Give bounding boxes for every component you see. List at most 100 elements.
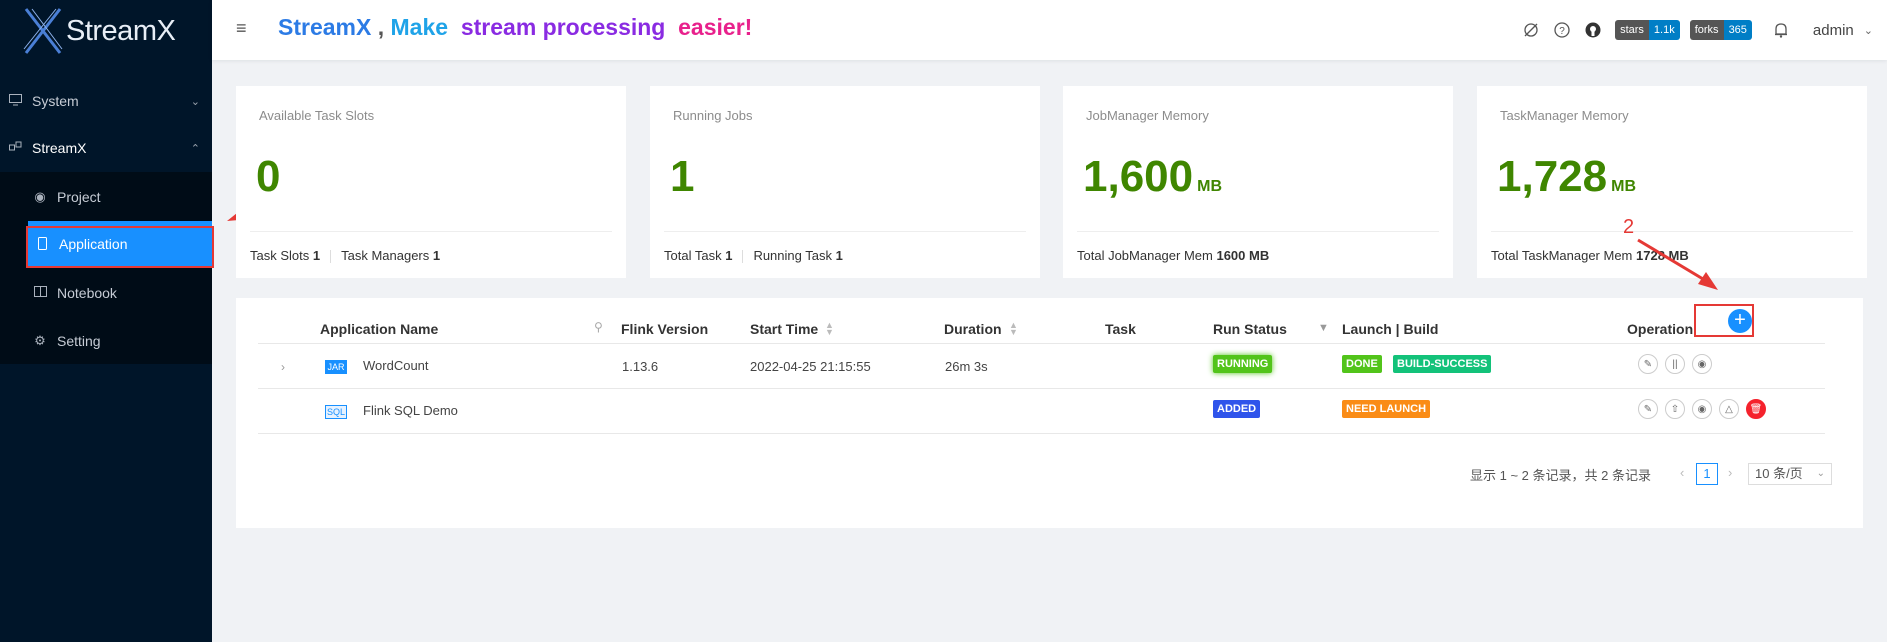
chevron-down-icon: ⌄: [190, 95, 200, 108]
gear-icon: ⚙: [34, 333, 46, 348]
next-page-icon[interactable]: ›: [1728, 465, 1732, 480]
col-header-launch-build: Launch | Build: [1342, 321, 1439, 337]
pause-icon[interactable]: ||: [1665, 354, 1685, 374]
foot-value: 1600 MB: [1216, 248, 1270, 263]
col-header-name[interactable]: Application Name: [320, 314, 438, 344]
github-icon: ◉: [34, 189, 46, 204]
expand-row-icon[interactable]: ›: [281, 360, 285, 374]
build-badge-success: BUILD-SUCCESS: [1393, 355, 1492, 373]
edit-icon[interactable]: ✎: [1638, 399, 1658, 419]
card-value-number: 1,728: [1497, 152, 1608, 201]
jar-type-icon: JAR: [325, 360, 347, 374]
delete-icon[interactable]: 🗑: [1746, 399, 1766, 419]
sidebar-item-label: Project: [57, 189, 101, 205]
annotation-label-2: 2: [1623, 216, 1635, 238]
slogan-part: easier!: [678, 14, 753, 40]
divider: [258, 433, 1825, 434]
foot-value: 1: [312, 248, 321, 263]
launch-badge-done: DONE: [1342, 355, 1382, 373]
sidebar-item-label: System: [32, 93, 79, 109]
card-value: 1,600 MB: [1083, 152, 1222, 202]
flink-version: 1.13.6: [622, 359, 659, 374]
card-value-number: 1,600: [1083, 152, 1194, 201]
col-header-start-time[interactable]: Start Time: [750, 314, 818, 344]
divider: [258, 388, 1825, 389]
help-icon[interactable]: ?: [1553, 21, 1571, 39]
cluster-icon: [8, 141, 22, 155]
card-value-number: 0: [256, 152, 281, 201]
user-name[interactable]: admin: [1813, 22, 1854, 39]
monitor-icon: [8, 94, 22, 108]
streamx-logo-icon: [23, 8, 63, 54]
divider: [664, 231, 1026, 232]
forks-count: 365: [1723, 20, 1752, 40]
sidebar-item-label: StreamX: [32, 140, 87, 156]
search-icon[interactable]: ⚲: [594, 320, 603, 334]
sidebar-item-notebook[interactable]: Notebook: [0, 269, 245, 317]
github-icon[interactable]: [1584, 21, 1602, 39]
filter-icon[interactable]: ▼: [1318, 322, 1329, 334]
highlight-box: [1694, 304, 1754, 337]
menu-fold-icon[interactable]: ≡: [236, 18, 247, 39]
foot-label: Running Task: [753, 248, 832, 263]
eye-off-icon[interactable]: [1522, 21, 1540, 39]
sidebar-item-system[interactable]: System ⌄: [0, 77, 220, 125]
forks-badge[interactable]: forks 365: [1689, 20, 1752, 40]
card-value: 1: [670, 152, 694, 202]
sort-icon[interactable]: ▲ ▼: [825, 321, 834, 337]
logo[interactable]: StreamX: [0, 0, 212, 62]
card-unit: MB: [1611, 178, 1636, 195]
view-icon[interactable]: ◉: [1692, 354, 1712, 374]
app-name[interactable]: WordCount: [363, 358, 429, 373]
status-badge-running: RUNNING: [1213, 355, 1273, 373]
card-footer: Total Task 1 Running Task 1: [664, 248, 843, 264]
application-table-panel: Application Name ⚲ Flink Version Start T…: [236, 298, 1863, 528]
col-header-flink-version: Flink Version: [621, 321, 709, 337]
card-value: 0: [256, 152, 280, 202]
stars-label: stars: [1615, 20, 1649, 40]
view-icon[interactable]: ◉: [1692, 399, 1712, 419]
upload-icon[interactable]: ⇧: [1665, 399, 1685, 419]
page-size-select[interactable]: 10 条/页 ⌄: [1748, 463, 1832, 485]
col-header-duration[interactable]: Duration: [944, 314, 1002, 344]
sidebar-item-setting[interactable]: ⚙ Setting: [0, 317, 245, 365]
foot-label: Total TaskManager Mem: [1491, 248, 1633, 263]
page-size-value: 10 条/页: [1755, 466, 1803, 481]
card-footer: Total JobManager Mem 1600 MB: [1077, 248, 1269, 263]
slogan-part: stream processing: [460, 14, 666, 40]
svg-text:?: ?: [1559, 26, 1565, 37]
status-badge-added: ADDED: [1213, 400, 1261, 418]
slogan-part: StreamX: [278, 14, 372, 40]
col-header-run-status: Run Status: [1213, 321, 1287, 337]
bell-icon[interactable]: [1772, 21, 1790, 39]
stars-count: 1.1k: [1648, 20, 1680, 40]
stat-card-task-slots: Available Task Slots 0 Task Slots 1 Task …: [236, 86, 626, 278]
foot-value: 1: [835, 248, 843, 263]
sql-type-icon: SQL: [325, 405, 347, 419]
app-name[interactable]: Flink SQL Demo: [363, 403, 458, 418]
foot-value: 1: [725, 248, 733, 263]
stat-card-running-jobs: Running Jobs 1 Total Task 1 Running Task …: [650, 86, 1040, 278]
logo-text: StreamX: [66, 14, 176, 47]
foot-label: Total JobManager Mem: [1077, 248, 1213, 263]
card-footer: Task Slots 1 Task Managers 1: [250, 248, 440, 264]
chevron-down-icon: ⌄: [1816, 468, 1825, 479]
sidebar-item-streamx[interactable]: StreamX ⌃: [0, 124, 220, 172]
slogan-part: ,: [371, 14, 391, 40]
edit-icon[interactable]: ✎: [1638, 354, 1658, 374]
card-title: Running Jobs: [673, 108, 753, 123]
foot-label: Task Managers: [341, 248, 430, 263]
card-title: TaskManager Memory: [1500, 108, 1629, 123]
prev-page-icon[interactable]: ‹: [1680, 465, 1684, 480]
start-time: 2022-04-25 21:15:55: [750, 359, 871, 374]
top-header: ≡ StreamX , Make stream processing easie…: [212, 0, 1887, 60]
sidebar-item-project[interactable]: ◉ Project: [0, 173, 245, 221]
col-header-task: Task: [1105, 321, 1136, 337]
card-value-number: 1: [670, 152, 695, 201]
col-header-operation: Operation: [1627, 321, 1694, 337]
deploy-icon[interactable]: △: [1719, 399, 1739, 419]
chevron-down-icon[interactable]: ⌄: [1864, 24, 1873, 37]
page-number-current[interactable]: 1: [1696, 463, 1718, 485]
stars-badge[interactable]: stars 1.1k: [1615, 20, 1680, 40]
sort-icon[interactable]: ▲ ▼: [1009, 321, 1018, 337]
